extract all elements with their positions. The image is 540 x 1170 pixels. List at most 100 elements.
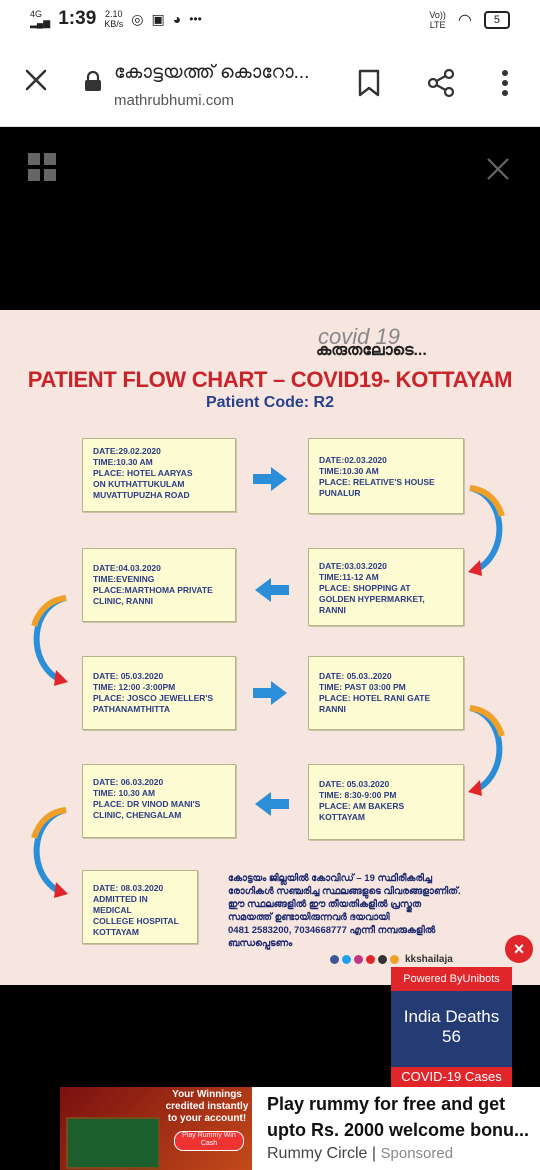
flow-box-5: DATE: 05.03.2020 TIME: 12:00 -3:00PM PLA…	[82, 656, 236, 730]
signal-icon: 4G ▂▄▆	[30, 9, 51, 28]
covid-stats-widget[interactable]: × Powered ByUnibots India Deaths 56 COVI…	[391, 935, 533, 1087]
patient-code: Patient Code: R2	[205, 394, 334, 411]
ad-headline[interactable]: Play rummy for free and get upto Rs. 200…	[267, 1091, 537, 1143]
flow-box-1: DATE:29.02.2020 TIME:10.30 AM PLACE: HOT…	[82, 438, 236, 512]
note-line: സമയത്ത് ഉണ്ടായിരുന്നവർ ദയവായി	[228, 912, 390, 923]
flow-chart-image: covid 19 കരുതലോടെ... PATIENT FLOW CHART …	[0, 310, 540, 985]
arrow-right-icon	[253, 467, 287, 491]
brand-tagline: കരുതലോടെ...	[316, 342, 427, 359]
viewer-close-icon[interactable]	[486, 157, 510, 181]
widget-value: 56	[442, 1027, 461, 1046]
flow-box-3: DATE:04.03.2020 TIME:EVENING PLACE:MARTH…	[82, 548, 236, 622]
bookmark-icon[interactable]	[356, 68, 382, 98]
page-domain[interactable]: mathrubhumi.com	[114, 92, 234, 109]
page-title[interactable]: കോട്ടയത്ത് കൊറോ...	[114, 62, 324, 84]
flow-box-6: DATE: 05.03..2020 TIME: PAST 03:00 PM PL…	[308, 656, 464, 730]
advertiser-name: Rummy Circle	[267, 1145, 368, 1162]
network-type: 4G	[30, 9, 43, 19]
arrow-right-icon	[253, 681, 287, 705]
box-line: DATE: 06.03.2020	[93, 777, 164, 787]
ad-headline-line: Play rummy for free and get	[267, 1094, 506, 1114]
instagram-icon	[354, 955, 363, 964]
box-line: PLACE: RELATIVE'S HOUSE	[319, 477, 435, 487]
ad-thumbnail[interactable]: Your Winnings credited instantly to your…	[60, 1087, 252, 1170]
arrow-left-icon	[255, 792, 289, 816]
flow-box-9: DATE: 08.03.2020 ADMITTED IN MEDICAL COL…	[82, 870, 198, 944]
box-line: PLACE: HOTEL AARYAS	[93, 468, 193, 478]
box-line: TIME: 10.30 AM	[93, 788, 156, 798]
note-line: ഈ സ്ഥലങ്ങളിൽ ഈ തീയതികളിൽ പ്രസ്തുത	[228, 899, 422, 910]
flow-box-2: DATE:02.03.2020 TIME:10.30 AM PLACE: REL…	[308, 438, 464, 514]
box-line: RANNI	[319, 605, 346, 615]
box-line: MUVATTUPUZHA ROAD	[93, 490, 190, 500]
web-icon	[378, 955, 387, 964]
volte-label: Vo))	[429, 10, 446, 20]
box-line: DATE: 05.03.2020	[93, 671, 164, 681]
box-line: PLACE: SHOPPING AT	[319, 583, 411, 593]
box-line: TIME: 8:30-9:00 PM	[319, 790, 397, 800]
box-line: TIME:10.30 AM	[319, 466, 379, 476]
speed-unit: KB/s	[104, 19, 124, 29]
youtube-icon	[366, 955, 375, 964]
note-line: ബന്ധപ്പെടണം	[228, 938, 293, 949]
box-line: ADMITTED IN MEDICAL	[93, 894, 148, 915]
ad-thumb-button[interactable]: Play Rummy Win Cash	[174, 1131, 244, 1151]
ad-thumb-line: credited instantly	[165, 1101, 249, 1112]
social-links: kkshailaja	[330, 954, 453, 965]
box-line: TIME: PAST 03:00 PM	[319, 682, 406, 692]
box-line: KOTTAYAM	[93, 927, 139, 937]
box-line: PLACE: Dr VINOD MANI'S	[93, 799, 201, 809]
overflow-menu-icon[interactable]	[497, 68, 513, 98]
box-line: DATE: 05.03..2020	[319, 671, 392, 681]
curved-arrow-down-icon	[468, 705, 505, 796]
more-notifications-icon: •••	[189, 12, 202, 26]
rummy-board-image	[66, 1117, 160, 1169]
box-line: PLACE: AM BAKERS	[319, 801, 405, 811]
facebook-icon	[330, 955, 339, 964]
box-line: DATE:03.03.2020	[319, 561, 387, 571]
box-line: DATE: 05.03.2020	[319, 779, 390, 789]
lte-label: LTE	[429, 20, 446, 30]
box-line: DATE:29.02.2020	[93, 446, 161, 456]
widget-close-icon[interactable]: ×	[505, 935, 533, 963]
gamepad-icon: ▣	[151, 10, 165, 27]
chart-title: PATIENT FLOW CHART – COVID19- KOTTAYAM	[27, 367, 513, 392]
arrow-left-icon	[255, 578, 289, 602]
sponsored-ad[interactable]: Your Winnings credited instantly to your…	[60, 1087, 540, 1170]
ad-headline-line: upto Rs. 2000 welcome bonu...	[267, 1120, 530, 1140]
twitter-icon	[342, 955, 351, 964]
note-line: കോട്ടയം ജില്ലയിൽ കോവിഡ് – 19 സ്ഥിരീകരിച്…	[228, 873, 433, 884]
lock-icon	[85, 70, 101, 91]
box-line: PLACE: JOSCO JEWELLER'S	[93, 693, 214, 703]
box-line: ON KUTHATTUKULAM	[93, 479, 185, 489]
ad-thumb-line: Your Winnings	[172, 1089, 242, 1100]
box-line: GOLDEN HYPERMARKET,	[319, 594, 425, 604]
box-line: CLINIC, RANNI	[93, 596, 153, 606]
advisory-note: കോട്ടയം ജില്ലയിൽ കോവിഡ് – 19 സ്ഥിരീകരിച്…	[228, 872, 528, 950]
sponsored-label: Sponsored	[380, 1145, 454, 1162]
box-line: COLLEGE HOSPITAL	[93, 916, 179, 926]
ad-thumb-text: Your Winnings credited instantly to your…	[164, 1089, 250, 1125]
widget-powered-by: Powered ByUnibots	[391, 967, 512, 991]
ad-advertiser: Rummy Circle | Sponsored	[267, 1145, 454, 1162]
clock: 1:39	[58, 8, 97, 29]
gallery-grid-icon[interactable]	[28, 153, 56, 181]
browser-toolbar: കോട്ടയത്ത് കൊറോ... mathrubhumi.com	[0, 40, 540, 127]
battery-indicator: 5	[483, 11, 510, 29]
widget-footer: COVID-19 Cases	[391, 1067, 512, 1087]
widget-body: India Deaths 56	[391, 991, 512, 1067]
box-line: PUNALUR	[319, 488, 361, 498]
box-line: DATE: 08.03.2020	[93, 883, 164, 893]
image-viewer: covid 19 കരുതലോടെ... PATIENT FLOW CHART …	[0, 127, 540, 985]
flow-box-4: DATE:03.03.2020 TIME:11-12 AM PLACE: SHO…	[308, 548, 464, 626]
curved-arrow-down-icon	[31, 807, 68, 898]
box-line: PLACE: HOTEL RANI GATE	[319, 693, 431, 703]
flow-box-7: DATE: 06.03.2020 TIME: 10.30 AM PLACE: D…	[82, 764, 236, 838]
box-line: DATE:02.03.2020	[319, 455, 387, 465]
close-icon[interactable]	[22, 66, 50, 94]
pie-icon: ◕	[172, 11, 182, 27]
whatsapp-icon: ◎	[131, 10, 144, 27]
wifi-icon: ◠	[457, 12, 472, 29]
box-line: DATE:04.03.2020	[93, 563, 161, 573]
share-icon[interactable]	[426, 68, 456, 98]
